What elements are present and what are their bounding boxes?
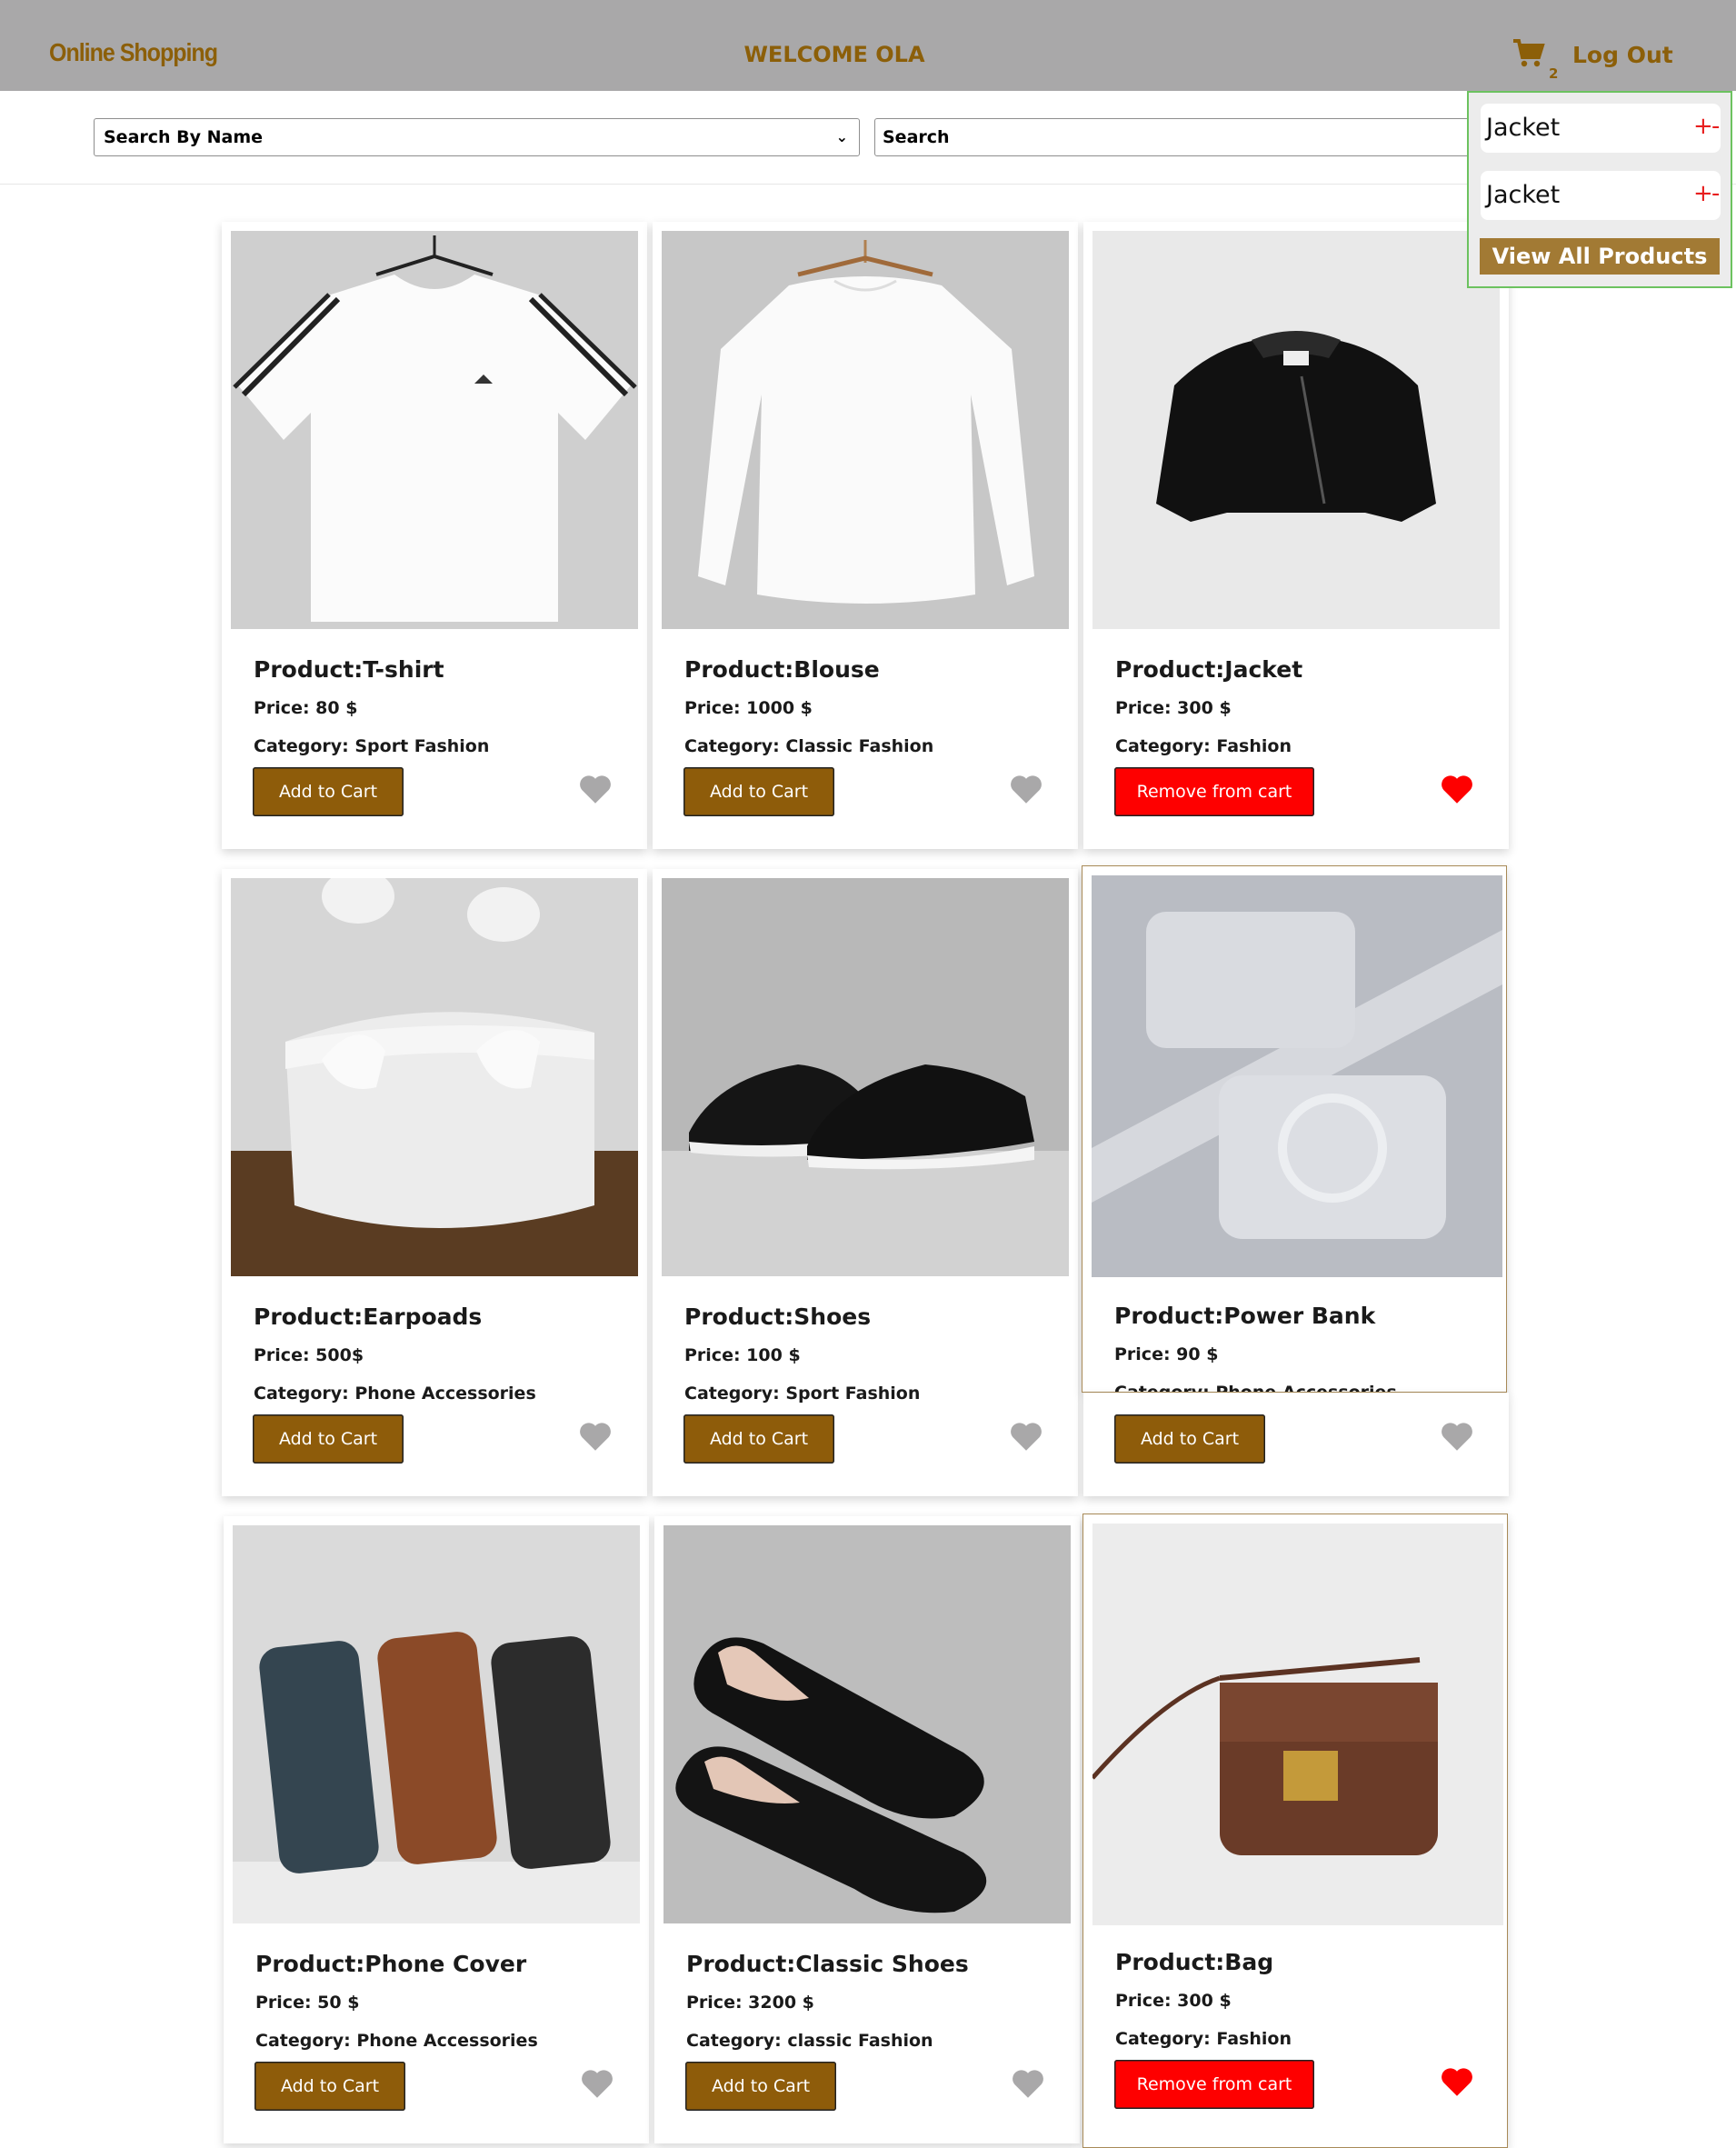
add-to-cart-button[interactable]: Add to Cart (683, 1414, 834, 1464)
product-price: Price: 1000 $ (684, 698, 813, 718)
product-price: Price: 300 $ (1115, 698, 1232, 718)
product-title: Product:Classic Shoes (686, 1951, 969, 1977)
search-type-select[interactable]: Search By Name ⌄ (94, 118, 860, 156)
heart-icon[interactable] (1010, 1422, 1043, 1451)
product-price: Price: 500$ (254, 1345, 364, 1365)
product-image (233, 1525, 640, 1923)
product-title: Product:Earpoads (254, 1304, 483, 1330)
product-card: Product:Shoes Price: 100 $ Category: Spo… (653, 869, 1078, 1496)
product-price: Price: 100 $ (684, 1345, 801, 1365)
increase-button[interactable]: + (1693, 113, 1713, 140)
product-title: Product:T-shirt (254, 656, 444, 683)
product-category: Category: Phone Accessories (254, 1384, 536, 1404)
welcome-text: WELCOME OLA (743, 42, 925, 67)
product-image (1092, 875, 1502, 1277)
product-title: Product:Blouse (684, 656, 880, 683)
product-price: Price: 3200 $ (686, 1993, 814, 2013)
product-title: Product:Jacket (1115, 656, 1303, 683)
product-card: Product:Bag Price: 300 $ Category: Fashi… (1083, 1514, 1508, 2148)
cart-item: Jacket + - (1481, 104, 1721, 153)
search-input[interactable]: Search (874, 118, 1474, 156)
product-image (662, 878, 1069, 1276)
product-card: Product:Blouse Price: 1000 $ Category: C… (653, 222, 1078, 849)
cart-dropdown: Jacket + - Jacket + - View All Products (1467, 91, 1732, 288)
product-category: Category: Sport Fashion (684, 1384, 921, 1404)
cart-item: Jacket + - (1481, 171, 1721, 220)
heart-icon[interactable] (581, 2069, 614, 2098)
remove-from-cart-button[interactable]: Remove from cart (1114, 2060, 1314, 2109)
heart-icon[interactable] (579, 1422, 612, 1451)
product-price: Price: 300 $ (1115, 1991, 1232, 2011)
search-type-value: Search By Name (104, 127, 264, 147)
cart-count-badge: 2 (1549, 65, 1559, 82)
product-image (1092, 231, 1500, 629)
product-card-footer: Add to Cart (1083, 1393, 1509, 1496)
view-all-products-button[interactable]: View All Products (1480, 238, 1720, 275)
top-navbar: Online Shopping WELCOME OLA 2 Log Out (0, 0, 1736, 91)
product-image (231, 231, 638, 629)
product-title: Product:Shoes (684, 1304, 872, 1330)
product-image (231, 878, 638, 1276)
product-card: Product:Classic Shoes Price: 3200 $ Cate… (654, 1516, 1080, 2143)
product-title: Product:Bag (1115, 1949, 1274, 1975)
remove-from-cart-button[interactable]: Remove from cart (1114, 767, 1314, 816)
add-to-cart-button[interactable]: Add to Cart (254, 2062, 405, 2111)
product-card: Product:T-shirt Price: 80 $ Category: Sp… (222, 222, 647, 849)
add-to-cart-button[interactable]: Add to Cart (683, 767, 834, 816)
product-category: Category: Classic Fashion (684, 736, 934, 756)
product-image (663, 1525, 1071, 1923)
product-card: Product:Earpoads Price: 500$ Category: P… (222, 869, 647, 1496)
increase-button[interactable]: + (1693, 180, 1713, 207)
heart-icon[interactable] (1012, 2069, 1044, 2098)
heart-icon[interactable] (1441, 1422, 1473, 1451)
product-category: Category: classic Fashion (686, 2031, 933, 2051)
add-to-cart-button[interactable]: Add to Cart (685, 2062, 836, 2111)
cart-icon[interactable] (1512, 38, 1545, 71)
heart-icon[interactable] (1441, 2067, 1473, 2096)
product-title: Product:Phone Cover (255, 1951, 527, 1977)
heart-icon[interactable] (1010, 774, 1043, 804)
product-card: Product:Phone Cover Price: 50 $ Category… (224, 1516, 649, 2143)
add-to-cart-button[interactable]: Add to Cart (253, 1414, 404, 1464)
add-to-cart-button[interactable]: Add to Cart (253, 767, 404, 816)
product-title: Product:Power Bank (1114, 1303, 1376, 1329)
product-image (662, 231, 1069, 629)
decrease-button[interactable]: - (1711, 113, 1720, 140)
product-price: Price: 80 $ (254, 698, 358, 718)
decrease-button[interactable]: - (1711, 180, 1720, 207)
heart-icon[interactable] (1441, 774, 1473, 804)
add-to-cart-button[interactable]: Add to Cart (1114, 1414, 1265, 1464)
product-category: Category: Fashion (1115, 2029, 1292, 2049)
chevron-down-icon: ⌄ (835, 128, 848, 145)
heart-icon[interactable] (579, 774, 612, 804)
product-price: Price: 50 $ (255, 1993, 360, 2013)
logout-link[interactable]: Log Out (1572, 42, 1673, 68)
product-category: Category: Sport Fashion (254, 736, 490, 756)
product-category: Category: Phone Accessories (255, 2031, 538, 2051)
product-card: Product:Power Bank Price: 90 $ Category:… (1082, 865, 1507, 1393)
product-card: Product:Jacket Price: 300 $ Category: Fa… (1083, 222, 1509, 849)
product-image (1092, 1524, 1503, 1925)
product-category: Category: Fashion (1115, 736, 1292, 756)
product-category: Category: Phone Accessories (1114, 1383, 1397, 1392)
cart-item-name: Jacket (1486, 114, 1561, 142)
product-price: Price: 90 $ (1114, 1344, 1219, 1364)
cart-item-name: Jacket (1486, 181, 1561, 209)
